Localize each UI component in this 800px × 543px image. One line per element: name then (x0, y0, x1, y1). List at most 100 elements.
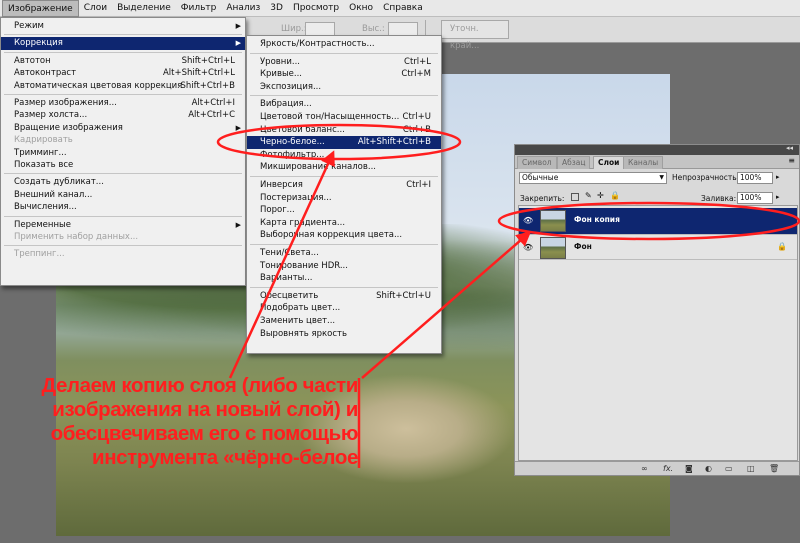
adjustment-icon[interactable]: ◐ (705, 464, 712, 473)
menu-item[interactable]: Обесцветить Shift+Ctrl+U (247, 290, 441, 303)
trash-icon[interactable]: 🗑 (769, 464, 779, 473)
menu-item-label: Вычисления... (14, 202, 77, 213)
menubar-item[interactable]: Окно (344, 0, 378, 17)
visibility-eye-icon[interactable]: 👁 (523, 243, 533, 252)
menu-item[interactable]: Цветовой тон/Насыщенность... Ctrl+U (247, 111, 441, 124)
menu-item-label: Выборочная коррекция цвета... (260, 230, 403, 241)
lock-pixels-icon[interactable]: ✎ (585, 191, 592, 200)
menu-item-label: Переменные (14, 219, 71, 230)
fx-icon[interactable]: fx. (663, 464, 673, 473)
menubar-item[interactable]: Слои (79, 0, 112, 17)
menu-item[interactable]: Создать дубликат... (1, 176, 245, 189)
menubar-item[interactable]: Изображение (2, 0, 79, 17)
menu-item: Применить набор данных... (1, 231, 245, 244)
menu-item-label: Подобрать цвет... (260, 303, 341, 314)
layer-list: 👁 Фон копия 👁 Фон 🔒 (518, 205, 798, 461)
menu-item[interactable]: Яркость/Контрастность... (247, 38, 441, 51)
tab-layers[interactable]: Слои (593, 156, 625, 169)
fill-label: Заливка: (701, 194, 737, 203)
menu-item-shortcut: Alt+Ctrl+C (188, 110, 235, 121)
menu-bar: Изображение Слои Выделение Фильтр Анализ 3D Пр… (0, 0, 800, 17)
menubar-item[interactable]: 3D (265, 0, 288, 17)
menu-item-label: Выровнять яркость (260, 328, 347, 339)
menu-separator (250, 286, 438, 288)
menu-item[interactable]: Подобрать цвет... (247, 302, 441, 315)
menu-item[interactable]: Выровнять яркость (247, 328, 441, 341)
lock-transparency-icon[interactable] (571, 193, 579, 201)
blend-mode-select[interactable]: Обычные ▼ (519, 172, 667, 184)
menu-item[interactable]: Инверсия Ctrl+I (247, 179, 441, 192)
menu-item[interactable]: Вращение изображения ▶ (1, 122, 245, 135)
menubar-item[interactable]: Просмотр (288, 0, 344, 17)
menu-item[interactable]: Размер холста... Alt+Ctrl+C (1, 109, 245, 122)
layer-row-fon-kopiya[interactable]: 👁 Фон копия (519, 208, 797, 234)
menu-item[interactable]: Тени/Света... (247, 247, 441, 260)
menu-item[interactable]: Выборочная коррекция цвета... (247, 229, 441, 242)
menu-item[interactable]: Тонирование HDR... (247, 260, 441, 273)
refine-edge-button[interactable]: Уточн. край... (441, 20, 509, 51)
menu-item[interactable]: Черно-белое... Alt+Shift+Ctrl+B (247, 136, 441, 150)
menu-item[interactable]: Порог... (247, 204, 441, 217)
new-layer-icon[interactable]: ◫ (747, 464, 755, 473)
menu-item-shortcut: Ctrl+U (402, 112, 431, 122)
menu-item-shortcut: Ctrl+M (401, 69, 431, 80)
menu-item[interactable]: Заменить цвет... (247, 315, 441, 328)
lock-position-icon[interactable]: ✛ (597, 191, 604, 200)
menu-item[interactable]: Тримминг... (1, 147, 245, 160)
visibility-eye-icon[interactable]: 👁 (523, 216, 533, 225)
mask-icon[interactable]: ◙ (685, 464, 693, 473)
menu-separator (250, 52, 438, 54)
menu-item[interactable]: Показать все (1, 159, 245, 172)
menu-item[interactable]: Карта градиента... (247, 217, 441, 230)
menu-item[interactable]: Внешний канал... (1, 189, 245, 202)
menu-item-label: Внешний канал... (14, 189, 93, 200)
menu-item[interactable]: Режим ▶ (1, 20, 245, 33)
menu-item-shortcut: Ctrl+B (402, 124, 431, 135)
layer-row-fon[interactable]: 👁 Фон 🔒 (519, 234, 797, 260)
tab-character[interactable]: Символ (517, 156, 557, 169)
menu-item: Треппинг... (1, 248, 245, 261)
menu-item-label: Треппинг... (14, 249, 65, 260)
menu-item[interactable]: Вибрация... (247, 98, 441, 111)
menu-item[interactable]: Размер изображения... Alt+Ctrl+I (1, 97, 245, 110)
menu-item-label: Показать все (14, 160, 74, 170)
fill-input[interactable]: 100% (737, 192, 773, 204)
lock-all-icon[interactable]: 🔒 (610, 191, 620, 200)
menu-item[interactable]: Уровни... Ctrl+L (247, 56, 441, 69)
menu-item-shortcut: Ctrl+L (404, 56, 431, 67)
panel-titlebar[interactable]: ◂◂ (515, 144, 799, 155)
menu-item[interactable]: Автоконтраст Alt+Shift+Ctrl+L (1, 67, 245, 80)
tab-channels[interactable]: Каналы (623, 156, 664, 169)
menu-item[interactable]: Автоматическая цветовая коррекция Shift+C… (1, 80, 245, 93)
panel-menu-icon[interactable]: ≡ (788, 156, 795, 165)
menu-item[interactable]: Постеризация... (247, 192, 441, 205)
menu-item[interactable]: Экспозиция... (247, 81, 441, 94)
menu-item-label: Яркость/Контрастность... (260, 39, 375, 49)
fill-arrow-icon[interactable]: ▸ (776, 193, 780, 201)
menu-item-shortcut: Shift+Ctrl+L (181, 55, 235, 66)
menu-item[interactable]: Переменные ▶ (1, 219, 245, 232)
menu-item-label: Автотон (14, 55, 51, 66)
menubar-item[interactable]: Справка (378, 0, 428, 17)
tab-paragraph[interactable]: Абзац (557, 156, 591, 169)
menu-item-label: Варианты... (260, 273, 313, 284)
panel-collapse-icon[interactable]: ◂◂ (786, 144, 793, 152)
menu-item[interactable]: Цветовой баланс... Ctrl+B (247, 124, 441, 137)
menu-item-label: Размер холста... (14, 110, 88, 121)
opacity-arrow-icon[interactable]: ▸ (776, 173, 780, 181)
menu-separator (4, 34, 242, 36)
menu-item[interactable]: Фотофильтр... (247, 149, 441, 162)
menu-item[interactable]: Коррекция ▶ (1, 37, 245, 51)
panel-tabs: Символ Абзац Слои Каналы ≡ (515, 155, 799, 169)
menubar-item[interactable]: Фильтр (176, 0, 222, 17)
menu-item[interactable]: Микширование каналов... (247, 161, 441, 174)
menu-item[interactable]: Вычисления... (1, 201, 245, 214)
link-icon[interactable]: ∞ (641, 464, 648, 473)
menubar-item[interactable]: Анализ (221, 0, 265, 17)
menu-item[interactable]: Кривые... Ctrl+M (247, 68, 441, 81)
menubar-item[interactable]: Выделение (112, 0, 176, 17)
menu-item[interactable]: Варианты... (247, 272, 441, 285)
menu-item[interactable]: Автотон Shift+Ctrl+L (1, 55, 245, 68)
opacity-input[interactable]: 100% (737, 172, 773, 184)
folder-icon[interactable]: ▭ (725, 464, 733, 473)
